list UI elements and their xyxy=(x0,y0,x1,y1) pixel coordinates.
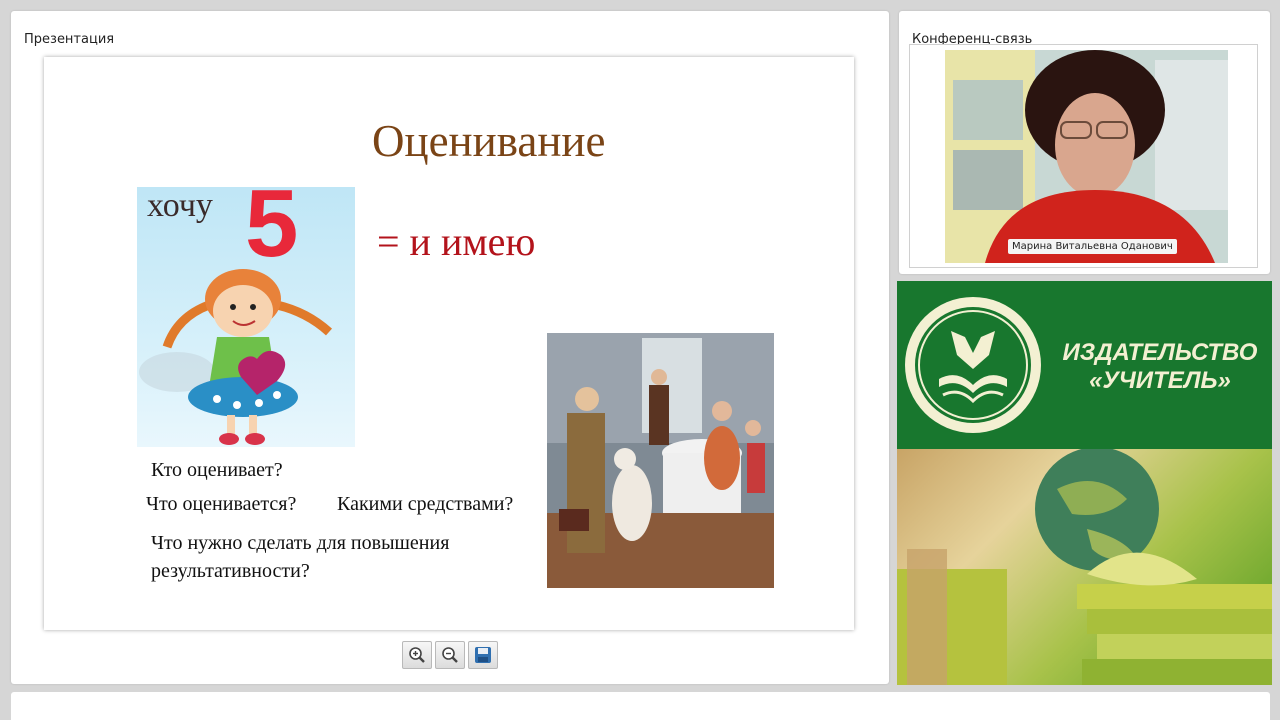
publisher-name: ИЗДАТЕЛЬСТВО «УЧИТЕЛЬ» xyxy=(1057,339,1263,395)
painting-drawing xyxy=(547,333,774,588)
video-frame: Марина Витальевна Оданович xyxy=(909,44,1258,268)
question-what: Что оценивается? xyxy=(146,493,297,515)
banner-books-globe-image xyxy=(897,447,1272,685)
save-icon xyxy=(475,647,491,663)
presentation-slide: Оценивание хочу 5 = и имею Кто оценивает… xyxy=(44,57,854,630)
question-improve-line2: результативности? xyxy=(151,560,310,582)
publisher-banner: ИЗДАТЕЛЬСТВО «УЧИТЕЛЬ» xyxy=(897,281,1272,685)
banner-top: ИЗДАТЕЛЬСТВО «УЧИТЕЛЬ» xyxy=(897,281,1272,449)
save-button[interactable] xyxy=(468,641,498,669)
question-means: Какими средствами? xyxy=(337,493,514,515)
books-globe-drawing xyxy=(897,447,1272,685)
girl-drawing xyxy=(139,269,333,445)
speaker-name-label: Марина Витальевна Оданович xyxy=(1008,239,1177,254)
presentation-panel-title: Презентация xyxy=(24,32,115,47)
publisher-name-line1: ИЗДАТЕЛЬСТВО xyxy=(1062,339,1258,366)
slide-title: Оценивание xyxy=(372,116,606,166)
bottom-bar xyxy=(11,692,1270,720)
zoom-in-button[interactable] xyxy=(402,641,432,669)
equals-text: = и имею xyxy=(377,219,536,264)
publisher-name-line2: «УЧИТЕЛЬ» xyxy=(1089,367,1231,394)
publisher-logo-icon xyxy=(905,297,1041,433)
speaker-video[interactable]: Марина Витальевна Оданович xyxy=(945,50,1228,263)
zoom-out-icon xyxy=(442,647,458,663)
speaker-video-image xyxy=(945,50,1228,263)
zoom-out-button[interactable] xyxy=(435,641,465,669)
painting-image xyxy=(547,333,774,588)
girl-illustration: хочу 5 xyxy=(137,170,355,447)
presentation-toolbar xyxy=(402,641,498,669)
question-who: Кто оценивает? xyxy=(151,459,283,481)
zoom-in-icon xyxy=(409,647,425,663)
conference-panel: Конференц-связь Марина Витальевна Оданов… xyxy=(899,11,1270,274)
presentation-panel: Презентация Оценивание хочу 5 = и имею К… xyxy=(11,11,889,684)
question-improve-line1: Что нужно сделать для повышения xyxy=(151,532,450,554)
